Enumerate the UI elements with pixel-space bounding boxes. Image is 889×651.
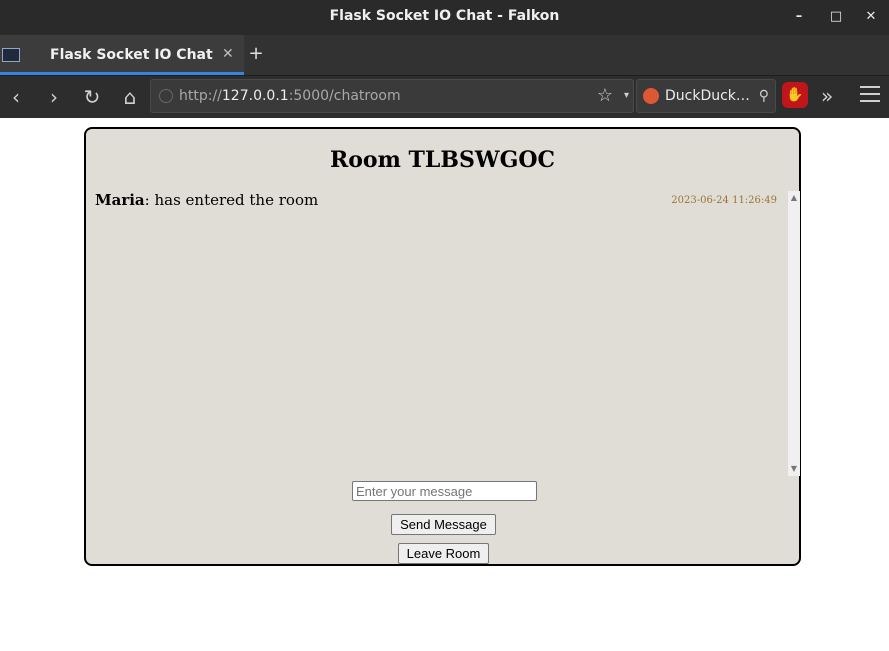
duckduckgo-icon (643, 88, 659, 104)
home-icon[interactable]: ⌂ (118, 85, 142, 109)
new-tab-icon[interactable]: + (247, 44, 265, 64)
site-info-icon[interactable] (159, 89, 173, 103)
close-tab-icon[interactable]: ✕ (222, 46, 236, 62)
back-icon[interactable]: ‹ (4, 85, 28, 109)
close-window-icon[interactable]: ✕ (862, 8, 880, 26)
address-bar[interactable]: http://127.0.0.1:5000/chatroom ☆ ▾ (150, 79, 634, 113)
url-path: :5000/chatroom (288, 88, 401, 104)
maximize-icon[interactable]: □ (827, 8, 845, 26)
terminal-icon (2, 48, 20, 62)
hamburger-menu-icon[interactable] (860, 86, 880, 104)
navigation-bar: ‹ › ↻ ⌂ http://127.0.0.1:5000/chatroom ☆… (0, 76, 889, 118)
message-input[interactable] (352, 481, 537, 501)
url-scheme: http:// (179, 88, 222, 104)
search-bar[interactable]: DuckDuck… ⚲ (636, 79, 776, 113)
room-title: Room TLBSWGOC (329, 147, 556, 173)
scroll-down-icon[interactable]: ▼ (788, 464, 800, 474)
message-text: : has entered the room (144, 191, 319, 209)
extensions-overflow-icon[interactable]: » (821, 85, 833, 107)
minimize-icon[interactable]: – (790, 8, 808, 26)
message-user: Maria (95, 191, 145, 209)
search-engine-label: DuckDuck… (665, 88, 750, 104)
bookmark-star-icon[interactable]: ☆ (597, 85, 613, 107)
message-item: Maria: has entered the room 2023-06-24 1… (95, 191, 777, 213)
active-tab-indicator (0, 72, 244, 75)
search-icon[interactable]: ⚲ (759, 85, 769, 107)
window-title: Flask Socket IO Chat - Falkon (329, 8, 560, 24)
message-scrollbar[interactable]: ▲ ▼ (788, 191, 800, 476)
message-timestamp: 2023-06-24 11:26:49 (671, 195, 777, 206)
tab-flask-chat[interactable]: Flask Socket IO Chat ✕ (0, 35, 244, 75)
window-titlebar: Flask Socket IO Chat - Falkon – □ ✕ (0, 0, 889, 35)
message-list: Maria: has entered the room 2023-06-24 1… (86, 191, 788, 476)
chevron-down-icon[interactable]: ▾ (624, 88, 629, 104)
reload-icon[interactable]: ↻ (80, 85, 104, 109)
url-text[interactable]: http://127.0.0.1:5000/chatroom (179, 80, 401, 112)
scroll-up-icon[interactable]: ▲ (788, 193, 800, 203)
hand-icon: ✋ (786, 87, 804, 103)
chat-container: Room TLBSWGOC Maria: has entered the roo… (84, 127, 801, 566)
url-host: 127.0.0.1 (221, 88, 289, 104)
forward-icon[interactable]: › (42, 85, 66, 109)
leave-room-button[interactable]: Leave Room (398, 543, 489, 564)
tab-label: Flask Socket IO Chat (50, 47, 213, 63)
send-message-button[interactable]: Send Message (391, 514, 496, 535)
tab-bar: Flask Socket IO Chat ✕ + (0, 35, 889, 76)
ublock-icon[interactable]: ✋ (782, 82, 808, 108)
